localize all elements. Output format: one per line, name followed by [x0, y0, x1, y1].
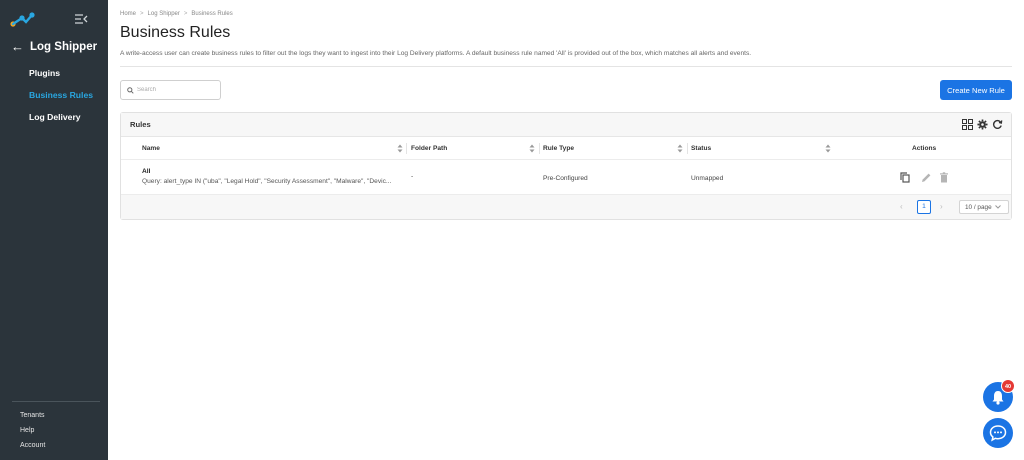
card-header: Rules [121, 113, 1011, 137]
sidebar: ← Log Shipper Plugins Business Rules Log… [0, 0, 108, 460]
bell-icon [992, 390, 1004, 405]
grid-icon[interactable] [962, 119, 973, 130]
create-new-rule-button[interactable]: Create New Rule [940, 80, 1012, 100]
table-row[interactable]: All Query: alert_type IN ("uba", "Legal … [121, 160, 1011, 195]
column-header-status[interactable]: Status [691, 145, 711, 152]
sidebar-item-tenants[interactable]: Tenants [20, 410, 45, 425]
column-header-name[interactable]: Name [142, 145, 160, 152]
page-title: Business Rules [120, 24, 231, 41]
edit-icon[interactable] [921, 172, 931, 183]
search-box[interactable] [120, 80, 221, 100]
breadcrumb-separator: > [183, 11, 188, 17]
status-cell: Unmapped [691, 175, 724, 182]
rule-query: Query: alert_type IN ("uba", "Legal Hold… [142, 178, 392, 185]
copy-icon[interactable] [900, 172, 910, 183]
refresh-icon[interactable] [992, 119, 1003, 130]
breadcrumb: Home > Log Shipper > Business Rules [120, 11, 233, 17]
column-header-rule-type[interactable]: Rule Type [543, 145, 574, 152]
column-divider [406, 143, 407, 154]
notification-badge: 40 [1001, 379, 1015, 393]
rule-name-cell: All Query: alert_type IN ("uba", "Legal … [142, 168, 391, 185]
chat-icon [989, 425, 1007, 442]
sidebar-item-business-rules[interactable]: Business Rules [29, 88, 93, 110]
rule-type-cell: Pre-Configured [543, 175, 588, 182]
gear-icon[interactable] [977, 119, 988, 130]
main-content: Home > Log Shipper > Business Rules Busi… [108, 0, 1024, 460]
sidebar-footer: Tenants Help Account [20, 410, 45, 455]
pagination: ‹ 1 › 10 / page [121, 195, 1011, 219]
back-to-log-shipper[interactable]: ← Log Shipper [11, 40, 97, 54]
card-title: Rules [130, 120, 151, 129]
header-divider [120, 66, 1012, 67]
table-header: Name Folder Path Rule Type Status Action… [121, 137, 1011, 160]
chat-button[interactable] [983, 418, 1013, 448]
rule-name[interactable]: All [142, 168, 391, 175]
chevron-down-icon [994, 205, 1001, 209]
sidebar-nav: Plugins Business Rules Log Delivery [29, 66, 93, 132]
prev-page-button[interactable]: ‹ [900, 202, 903, 211]
column-header-actions: Actions [912, 145, 937, 152]
section-title: Log Shipper [30, 41, 98, 53]
column-divider [539, 143, 540, 154]
column-divider [687, 143, 688, 154]
breadcrumb-current: Business Rules [191, 11, 233, 17]
logo-icon[interactable] [10, 12, 36, 28]
sort-icon[interactable] [529, 144, 535, 153]
sidebar-divider [12, 401, 100, 402]
search-input[interactable] [137, 87, 217, 93]
sidebar-item-log-delivery[interactable]: Log Delivery [29, 110, 93, 132]
search-icon [127, 86, 134, 94]
next-page-button[interactable]: › [940, 202, 943, 211]
folder-path-cell: - [411, 173, 414, 180]
column-header-folder-path[interactable]: Folder Path [411, 145, 447, 152]
sidebar-item-help[interactable]: Help [20, 425, 45, 440]
rules-card: Rules Name Folder Path Rule Type Status … [120, 112, 1012, 220]
card-tools [962, 119, 1003, 130]
page-size-value: 10 / page [965, 203, 992, 211]
sort-icon[interactable] [397, 144, 403, 153]
page-size-select[interactable]: 10 / page [959, 200, 1009, 214]
sidebar-item-plugins[interactable]: Plugins [29, 66, 93, 88]
breadcrumb-home[interactable]: Home [120, 11, 136, 17]
delete-icon[interactable] [939, 172, 949, 183]
back-arrow-icon: ← [11, 39, 24, 54]
collapse-menu-icon[interactable] [74, 12, 88, 26]
page-description: A write-access user can create business … [120, 50, 752, 57]
notifications-button[interactable]: 40 [983, 379, 1015, 412]
breadcrumb-log-shipper[interactable]: Log Shipper [148, 11, 180, 17]
page-number[interactable]: 1 [917, 200, 931, 214]
breadcrumb-separator: > [140, 11, 144, 17]
sort-icon[interactable] [825, 144, 831, 153]
sidebar-item-account[interactable]: Account [20, 440, 45, 455]
sort-icon[interactable] [677, 144, 683, 153]
